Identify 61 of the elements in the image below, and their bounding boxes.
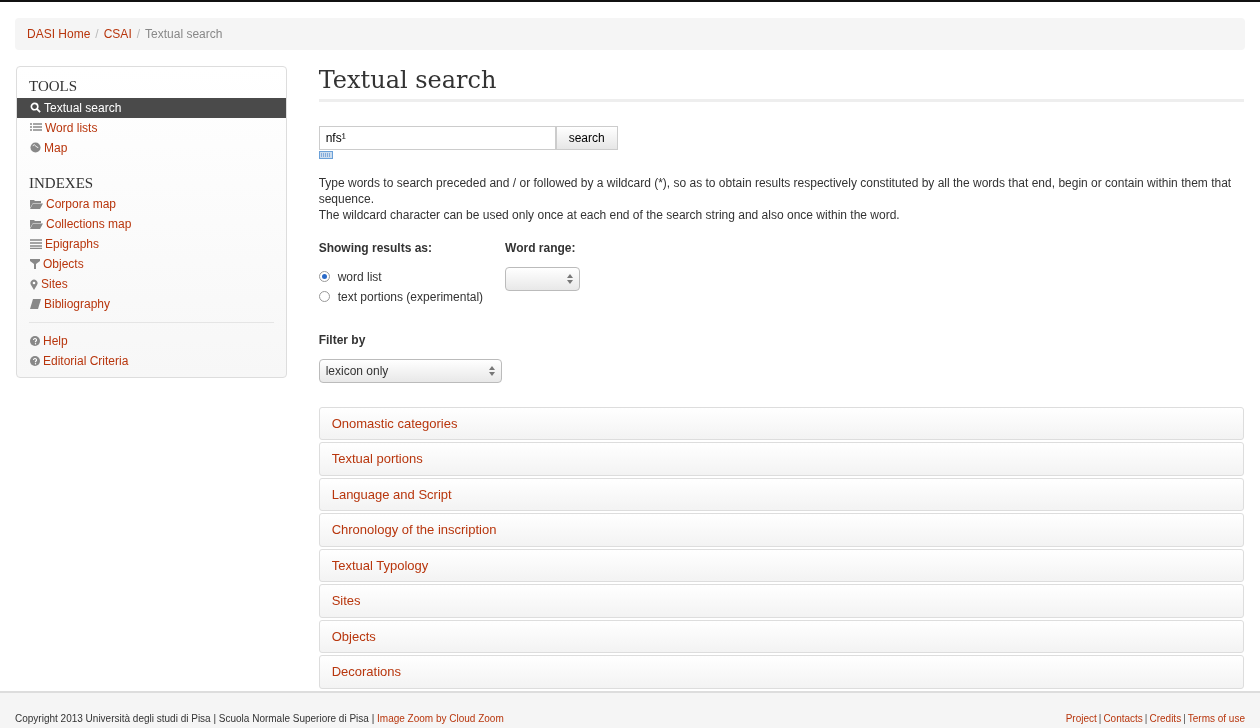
- dropdown-arrows-icon: [488, 365, 495, 376]
- footer-link[interactable]: Project: [1065, 713, 1097, 724]
- sidebar-link[interactable]: Word lists: [17, 117, 286, 138]
- filter-icon: [30, 259, 40, 269]
- folder-icon: [30, 219, 43, 229]
- book-icon: [30, 299, 41, 309]
- sidebar-link[interactable]: Sites: [17, 274, 286, 294]
- breadcrumb-current: Textual search: [145, 27, 223, 41]
- search-icon: [30, 102, 41, 113]
- lines-icon: [30, 239, 42, 249]
- breadcrumb-link[interactable]: CSAI: [103, 27, 132, 41]
- accordion-header[interactable]: Language and Script: [318, 477, 1244, 512]
- accordion-header[interactable]: Textual portions: [318, 442, 1244, 476]
- search-button[interactable]: search: [555, 125, 618, 150]
- list-icon: [30, 122, 42, 133]
- sidebar-link[interactable]: Collections map: [17, 214, 286, 234]
- breadcrumb-link[interactable]: DASI Home: [27, 27, 91, 41]
- dropdown-arrows-icon: [567, 273, 574, 284]
- sidebar-link[interactable]: Objects: [17, 254, 286, 274]
- globe-icon: [30, 142, 41, 153]
- options-label: Showing results as:: [318, 239, 434, 257]
- filter-select[interactable]: lexicon only: [318, 358, 502, 383]
- footer-separator: |: [1183, 713, 1186, 724]
- footer-separator: |: [1098, 713, 1102, 724]
- radio-option[interactable]: text portions (experimental): [318, 286, 484, 307]
- breadcrumb-separator: /: [135, 27, 142, 41]
- word-range-label: Word range:: [505, 239, 577, 257]
- copyright-text: Copyright 2013 Università degli studi di Pisa | Scuola Normale Superiore di Pisa |: [15, 713, 376, 724]
- footer-link[interactable]: Credits: [1149, 713, 1182, 724]
- sidebar-link[interactable]: Epigraphs: [17, 234, 286, 254]
- sidebar-link[interactable]: Help: [17, 331, 286, 351]
- accordion-header[interactable]: Objects: [318, 619, 1244, 654]
- help-text: Type words to search preceded and / or followed by a wildcard (*), so as to obtain results respectively constituted by all the words that end, begin or contain within them that sequence.: [318, 174, 1233, 207]
- section-heading: INDEXES: [28, 173, 95, 193]
- breadcrumb-separator: /: [94, 27, 100, 41]
- sidebar-link[interactable]: Editorial Criteria: [17, 351, 286, 371]
- sidebar-link[interactable]: Textual search: [17, 97, 286, 118]
- accordion-header[interactable]: Textual Typology: [318, 548, 1244, 583]
- accordion-header[interactable]: Sites: [318, 584, 1244, 618]
- section-heading: TOOLS: [28, 77, 79, 96]
- sidebar-link[interactable]: Corpora map: [17, 194, 286, 214]
- keyboard-icon[interactable]: [318, 150, 333, 159]
- accordion-header[interactable]: Onomastic categories: [318, 406, 1244, 441]
- footer-link[interactable]: Terms of use: [1187, 713, 1245, 724]
- map-pin-icon: [30, 278, 38, 290]
- accordion-header[interactable]: Decorations: [318, 655, 1244, 689]
- page-title: Textual search: [318, 66, 1244, 102]
- sidebar-link[interactable]: Map: [17, 137, 286, 158]
- help-icon: [30, 336, 40, 346]
- footer-link[interactable]: Contacts: [1103, 713, 1143, 724]
- accordion-header[interactable]: Chronology of the inscription: [318, 513, 1244, 547]
- help-icon: [30, 356, 40, 366]
- filter-label: Filter by: [318, 331, 367, 349]
- help-text: The wildcard character can be used only once at each end of the search string and also once within the word.: [318, 206, 901, 223]
- folder-icon: [30, 199, 43, 209]
- sidebar-link[interactable]: Bibliography: [17, 294, 286, 314]
- word-range-select[interactable]: [505, 266, 581, 291]
- footer-separator: |: [1144, 713, 1148, 724]
- search-field[interactable]: nfs¹: [318, 125, 556, 150]
- radio-option[interactable]: word list: [318, 266, 484, 287]
- footer-link[interactable]: Image Zoom by Cloud Zoom: [377, 713, 504, 724]
